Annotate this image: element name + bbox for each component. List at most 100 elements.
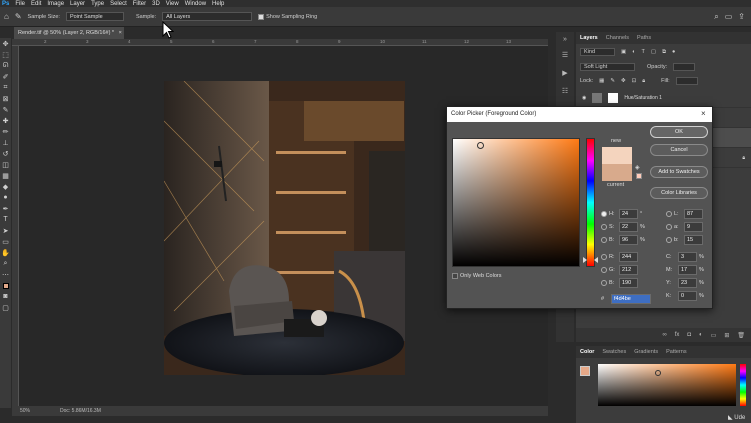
fill-field[interactable] xyxy=(675,77,698,85)
marquee-tool-icon[interactable]: ⬚ xyxy=(0,49,11,60)
tab-patterns[interactable]: Patterns xyxy=(666,349,686,355)
hue-input[interactable]: 24 xyxy=(619,208,638,219)
eyedropper-tool-icon[interactable]: ✎ xyxy=(0,104,11,115)
menu-filter[interactable]: Filter xyxy=(133,1,146,7)
green-radio[interactable] xyxy=(601,266,607,273)
shape-tool-icon[interactable]: ▭ xyxy=(0,236,11,247)
menu-window[interactable]: Window xyxy=(185,1,206,7)
adjust-icon[interactable]: ☷ xyxy=(556,82,574,100)
lab-b-input[interactable]: 15 xyxy=(684,234,703,245)
hand-tool-icon[interactable]: ✋ xyxy=(0,247,11,258)
tab-channels[interactable]: Channels xyxy=(606,35,629,41)
fx-icon[interactable]: fx xyxy=(675,332,680,338)
tab-paths[interactable]: Paths xyxy=(637,35,651,41)
magenta-input[interactable]: 17 xyxy=(678,264,697,275)
eraser-tool-icon[interactable]: ◫ xyxy=(0,159,11,170)
foreground-color-swatch[interactable] xyxy=(2,282,9,289)
properties-icon[interactable]: ☰ xyxy=(556,46,574,64)
color-field-cursor[interactable] xyxy=(477,142,484,149)
link-icon[interactable]: ∞ xyxy=(662,332,666,338)
black-input[interactable]: 0 xyxy=(678,290,697,301)
blue-input[interactable]: 190 xyxy=(619,277,638,288)
eye-icon[interactable]: ◉ xyxy=(582,95,586,101)
ok-button[interactable]: OK xyxy=(650,126,708,138)
saturation-radio[interactable] xyxy=(601,223,607,230)
shape-filter-icon[interactable]: ▢ xyxy=(651,49,656,55)
zoom-tool-icon[interactable]: ⌕ xyxy=(0,258,11,269)
photoshop-logo-icon[interactable]: Ps xyxy=(2,1,9,7)
only-web-colors-checkbox[interactable]: Only Web Colors xyxy=(452,273,501,279)
cancel-button[interactable]: Cancel xyxy=(650,144,708,156)
color-spectrum-field[interactable] xyxy=(598,364,736,406)
blend-mode-select[interactable]: Soft Light xyxy=(580,63,635,71)
brightness-input[interactable]: 96 xyxy=(619,234,638,245)
adjustment-filter-icon[interactable]: ◐ xyxy=(632,49,635,55)
document-tab[interactable]: Render.tif @ 50% (Layer 2, RGB/16#) * × xyxy=(14,27,124,39)
workspace-icon[interactable]: ▭ xyxy=(725,12,733,21)
lab-l-input[interactable]: 87 xyxy=(684,208,703,219)
collapse-icon[interactable]: » xyxy=(556,32,574,46)
opacity-field[interactable] xyxy=(673,63,696,71)
crop-tool-icon[interactable]: ⌗ xyxy=(0,82,11,93)
pen-tool-icon[interactable]: ✒ xyxy=(0,203,11,214)
close-icon[interactable]: × xyxy=(701,109,711,119)
menu-help[interactable]: Help xyxy=(212,1,224,7)
add-mask-icon[interactable]: ◘ xyxy=(687,332,691,338)
menu-view[interactable]: View xyxy=(166,1,179,7)
lab-b-radio[interactable] xyxy=(666,236,672,243)
blue-radio[interactable] xyxy=(601,279,607,286)
close-icon[interactable]: × xyxy=(119,30,122,36)
frame-tool-icon[interactable]: ⊠ xyxy=(0,93,11,104)
quick-mask-icon[interactable]: ◙ xyxy=(0,291,11,302)
cyan-input[interactable]: 3 xyxy=(678,251,697,262)
color-hue-slider[interactable] xyxy=(740,364,746,406)
lock-move-icon[interactable]: ✥ xyxy=(621,78,626,84)
lab-l-radio[interactable] xyxy=(666,210,672,217)
yellow-input[interactable]: 23 xyxy=(678,277,697,288)
type-filter-icon[interactable]: T xyxy=(642,49,645,55)
saturation-input[interactable]: 22 xyxy=(619,221,638,232)
tab-layers[interactable]: Layers xyxy=(580,35,598,41)
red-input[interactable]: 244 xyxy=(619,251,638,262)
history-brush-icon[interactable]: ↺ xyxy=(0,148,11,159)
filter-toggle-icon[interactable]: ● xyxy=(672,49,675,55)
menu-file[interactable]: File xyxy=(15,1,25,7)
eyedropper-tool-icon[interactable]: ✎ xyxy=(15,12,22,21)
hex-input[interactable]: f4d4be xyxy=(611,293,651,304)
gamut-warning-icon[interactable]: ◈ xyxy=(635,164,640,171)
saturation-brightness-field[interactable] xyxy=(452,138,580,267)
new-layer-icon[interactable]: ⊞ xyxy=(724,332,729,339)
menu-edit[interactable]: Edit xyxy=(31,1,41,7)
sample-select[interactable]: All Layers xyxy=(162,12,253,21)
tab-color[interactable]: Color xyxy=(580,349,594,355)
show-sampling-ring-checkbox[interactable]: Show Sampling Ring xyxy=(258,13,317,20)
dodge-tool-icon[interactable]: ● xyxy=(0,192,11,203)
color-swatches-icon[interactable] xyxy=(0,280,11,291)
menu-image[interactable]: Image xyxy=(47,1,64,7)
move-tool-icon[interactable]: ✥ xyxy=(0,38,11,49)
menu-3d[interactable]: 3D xyxy=(152,1,160,7)
search-icon[interactable]: ⌕ xyxy=(714,12,718,22)
hue-slider[interactable] xyxy=(583,138,598,267)
path-select-icon[interactable]: ➤ xyxy=(0,225,11,236)
stamp-tool-icon[interactable]: ⊥ xyxy=(0,137,11,148)
smart-filter-icon[interactable]: ⧉ xyxy=(662,49,666,56)
pixel-filter-icon[interactable]: ▣ xyxy=(621,49,626,55)
quick-select-tool-icon[interactable]: ✐ xyxy=(0,71,11,82)
lock-artboard-icon[interactable]: ⊡ xyxy=(632,78,637,84)
type-tool-icon[interactable]: T xyxy=(0,214,11,225)
web-safe-swatch[interactable] xyxy=(636,173,642,179)
gradient-tool-icon[interactable]: ▦ xyxy=(0,170,11,181)
hue-slider-arrow-right[interactable] xyxy=(594,257,598,263)
hue-radio[interactable] xyxy=(601,210,607,217)
fg-bg-swatches[interactable] xyxy=(580,366,594,380)
play-icon[interactable]: ▶ xyxy=(556,64,574,82)
zoom-level[interactable]: 50% xyxy=(20,408,30,414)
menu-layer[interactable]: Layer xyxy=(70,1,85,7)
foreground-swatch[interactable] xyxy=(580,366,590,376)
share-icon[interactable]: ⇪ xyxy=(738,12,745,21)
red-radio[interactable] xyxy=(601,253,607,260)
trash-icon[interactable]: 🗑︎ xyxy=(737,332,745,339)
healing-tool-icon[interactable]: ✚ xyxy=(0,115,11,126)
lab-a-input[interactable]: 9 xyxy=(684,221,703,232)
